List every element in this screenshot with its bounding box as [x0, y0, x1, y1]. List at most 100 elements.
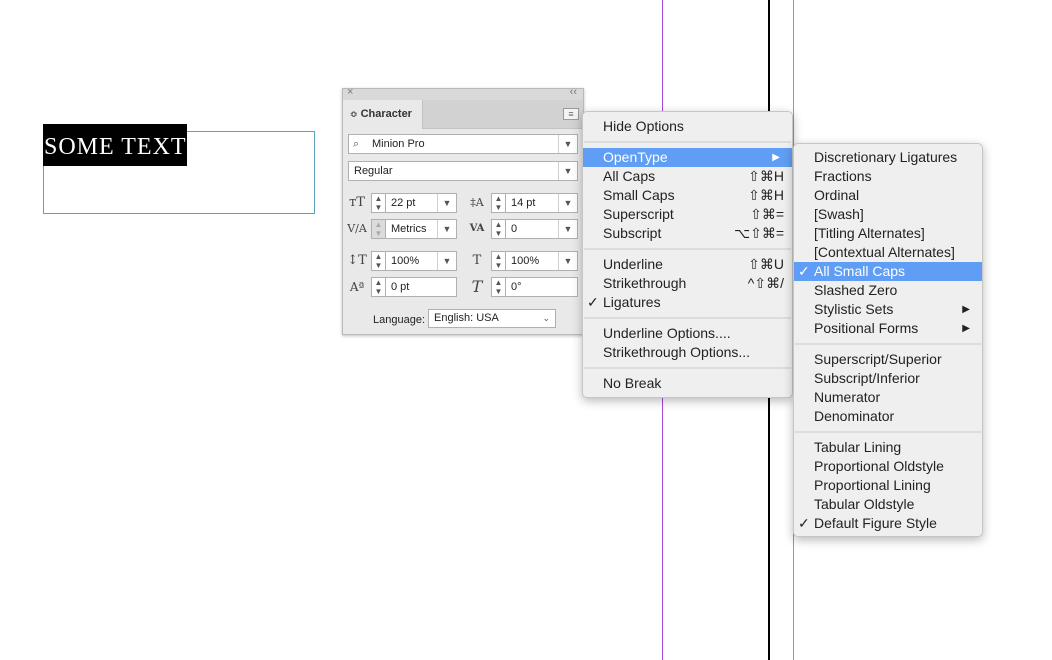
menu-separator: [584, 141, 791, 143]
menu-item-ligatures[interactable]: ✓ Ligatures: [583, 293, 792, 312]
kerning-field[interactable]: Metrics ▼: [385, 219, 457, 239]
kerning-stepper[interactable]: ▲ ▼: [371, 219, 386, 239]
vertical-scale-icon: ↕T: [347, 253, 367, 268]
menu-item-underline[interactable]: Underline ⇧⌘U: [583, 255, 792, 274]
baseline-shift-icon: Aª: [349, 280, 365, 294]
font-size-value: 22 pt: [391, 197, 416, 209]
menu-item-opentype[interactable]: OpenType ▶: [583, 148, 792, 167]
font-search-icon: ⌕: [353, 138, 360, 150]
vertical-scale-field[interactable]: 100% ▼: [385, 251, 457, 271]
opentype-submenu: Discretionary Ligatures Fractions Ordina…: [793, 143, 983, 537]
vertical-scale-stepper[interactable]: ▲ ▼: [371, 251, 386, 271]
menu-item-superscript-superior[interactable]: Superscript/Superior: [794, 350, 982, 369]
menu-item-all-caps[interactable]: All Caps ⇧⌘H: [583, 167, 792, 186]
checkmark-icon: ✓: [798, 263, 810, 279]
tab-arrow-icon: ≎: [350, 109, 358, 119]
panel-title-bar[interactable]: × ‹‹: [343, 86, 583, 100]
language-select[interactable]: English: USA ⌄: [428, 309, 556, 328]
panel-flyout-menu: Hide Options OpenType ▶ All Caps ⇧⌘H Sma…: [582, 111, 793, 398]
leading-field[interactable]: 14 pt ▼: [505, 193, 578, 213]
font-size-stepper[interactable]: ▲ ▼: [371, 193, 386, 213]
submenu-arrow-icon: ▶: [772, 152, 780, 163]
menu-separator: [795, 343, 981, 345]
leading-stepper[interactable]: ▲ ▼: [491, 193, 506, 213]
chevron-down-icon[interactable]: ▼: [437, 220, 456, 238]
tracking-value: 0: [511, 223, 518, 235]
skew-stepper[interactable]: ▲ ▼: [491, 277, 506, 297]
menu-item-strikethrough[interactable]: Strikethrough ^⇧⌘/: [583, 274, 792, 293]
menu-item-tabular-lining[interactable]: Tabular Lining: [794, 438, 982, 457]
menu-item-positional-forms[interactable]: Positional Forms ▶: [794, 319, 982, 338]
menu-item-subscript-inferior[interactable]: Subscript/Inferior: [794, 369, 982, 388]
chevron-down-icon[interactable]: ▼: [558, 252, 577, 270]
menu-item-hide-options[interactable]: Hide Options: [583, 117, 792, 136]
menu-item-underline-options[interactable]: Underline Options....: [583, 324, 792, 343]
chevron-down-icon: ⌄: [542, 313, 550, 323]
leading-icon: ‡A: [470, 196, 484, 209]
skew-value: 0°: [511, 281, 522, 293]
menu-item-contextual-alternates[interactable]: [Contextual Alternates]: [794, 243, 982, 262]
menu-item-ordinal[interactable]: Ordinal: [794, 186, 982, 205]
baseline-shift-stepper[interactable]: ▲ ▼: [371, 277, 386, 297]
font-family-field[interactable]: ⌕ Minion Pro ▼: [348, 134, 578, 154]
menu-item-no-break[interactable]: No Break: [583, 374, 792, 393]
language-label: Language:: [373, 314, 425, 326]
menu-item-numerator[interactable]: Numerator: [794, 388, 982, 407]
selected-text[interactable]: SOME TEXT: [43, 124, 187, 166]
menu-item-default-figure-style[interactable]: ✓ Default Figure Style: [794, 514, 982, 533]
tracking-icon: VA: [469, 223, 485, 234]
menu-item-all-small-caps[interactable]: ✓ All Small Caps: [794, 262, 982, 281]
font-size-field[interactable]: 22 pt ▼: [385, 193, 457, 213]
menu-separator: [584, 248, 791, 250]
menu-item-superscript[interactable]: Superscript ⇧⌘=: [583, 205, 792, 224]
submenu-arrow-icon: ▶: [962, 323, 970, 334]
chevron-down-icon[interactable]: ▼: [558, 194, 577, 212]
menu-item-discretionary-ligatures[interactable]: Discretionary Ligatures: [794, 148, 982, 167]
font-style-value: Regular: [354, 165, 393, 177]
collapse-icon[interactable]: ‹‹: [570, 86, 577, 98]
horizontal-scale-stepper[interactable]: ▲ ▼: [491, 251, 506, 271]
leading-value: 14 pt: [511, 197, 536, 209]
tab-character[interactable]: ≎ Character: [343, 100, 423, 129]
close-icon[interactable]: ×: [347, 86, 353, 98]
menu-item-proportional-lining[interactable]: Proportional Lining: [794, 476, 982, 495]
menu-item-small-caps[interactable]: Small Caps ⇧⌘H: [583, 186, 792, 205]
chevron-down-icon[interactable]: ▼: [558, 220, 577, 238]
vertical-scale-value: 100%: [391, 255, 420, 267]
menu-separator: [795, 431, 981, 433]
chevron-down-icon[interactable]: ▼: [558, 162, 577, 180]
kerning-value: Metrics: [391, 223, 427, 235]
menu-item-swash[interactable]: [Swash]: [794, 205, 982, 224]
menu-item-strikethrough-options[interactable]: Strikethrough Options...: [583, 343, 792, 362]
font-size-icon: тT: [349, 195, 365, 210]
kerning-icon: V/A: [347, 222, 367, 235]
horizontal-scale-value: 100%: [511, 255, 540, 267]
horizontal-scale-icon: T: [472, 253, 482, 268]
chevron-down-icon[interactable]: ▼: [437, 194, 456, 212]
menu-item-proportional-oldstyle[interactable]: Proportional Oldstyle: [794, 457, 982, 476]
menu-separator: [584, 317, 791, 319]
language-value: English: USA: [434, 312, 499, 324]
checkmark-icon: ✓: [798, 515, 810, 531]
chevron-down-icon[interactable]: ▼: [558, 135, 577, 153]
tab-character-label: Character: [360, 108, 412, 120]
tracking-stepper[interactable]: ▲ ▼: [491, 219, 506, 239]
character-panel: × ‹‹ ≎ Character ≡ ⌕ Minion Pro ▼ Regula…: [342, 86, 584, 335]
menu-item-subscript[interactable]: Subscript ⌥⇧⌘=: [583, 224, 792, 243]
chevron-down-icon[interactable]: ▼: [437, 252, 456, 270]
skew-field[interactable]: 0°: [505, 277, 578, 297]
baseline-shift-value: 0 pt: [391, 281, 410, 293]
font-family-value: Minion Pro: [372, 138, 425, 150]
menu-item-tabular-oldstyle[interactable]: Tabular Oldstyle: [794, 495, 982, 514]
menu-item-titling-alternates[interactable]: [Titling Alternates]: [794, 224, 982, 243]
menu-item-slashed-zero[interactable]: Slashed Zero: [794, 281, 982, 300]
panel-menu-button[interactable]: ≡: [563, 108, 579, 120]
menu-item-stylistic-sets[interactable]: Stylistic Sets ▶: [794, 300, 982, 319]
menu-item-fractions[interactable]: Fractions: [794, 167, 982, 186]
menu-separator: [584, 367, 791, 369]
font-style-field[interactable]: Regular ▼: [348, 161, 578, 181]
horizontal-scale-field[interactable]: 100% ▼: [505, 251, 578, 271]
baseline-shift-field[interactable]: 0 pt: [385, 277, 457, 297]
tracking-field[interactable]: 0 ▼: [505, 219, 578, 239]
menu-item-denominator[interactable]: Denominator: [794, 407, 982, 426]
